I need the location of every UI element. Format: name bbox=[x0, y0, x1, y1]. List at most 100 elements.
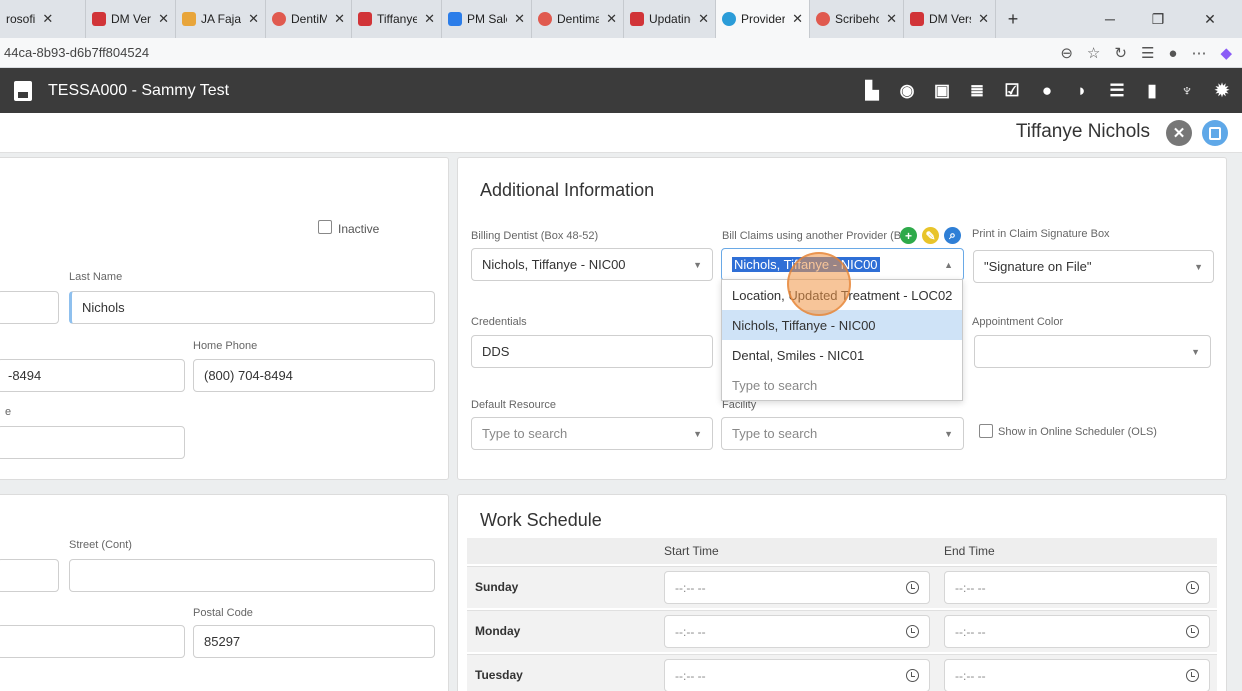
browser-tab[interactable]: DentiMa ✕ bbox=[266, 0, 352, 38]
list-card-icon[interactable]: ≣ bbox=[967, 81, 987, 101]
provider-name: Tiffanye Nichols bbox=[1015, 121, 1150, 142]
chat-icon[interactable]: ◗ bbox=[1072, 81, 1092, 101]
tab-label: DM Versi bbox=[111, 12, 152, 26]
last-name-field[interactable]: Nichols bbox=[69, 291, 435, 324]
browser-tab[interactable]: DM Versi ✕ bbox=[86, 0, 176, 38]
close-icon[interactable]: ✕ bbox=[514, 11, 525, 27]
street-field[interactable] bbox=[0, 559, 59, 592]
tab-label: DM Versi bbox=[929, 12, 971, 26]
tooth-icon[interactable]: ♆ bbox=[1177, 81, 1197, 101]
close-icon[interactable]: ✕ bbox=[698, 11, 709, 27]
search-provider-icon[interactable]: ⌕ bbox=[944, 227, 961, 244]
refresh-icon[interactable]: ↻ bbox=[1114, 44, 1127, 62]
edit-provider-icon[interactable]: ✎ bbox=[922, 227, 939, 244]
dropdown-option-selected[interactable]: Nichols, Tiffanye - NIC00 bbox=[722, 310, 962, 340]
close-icon[interactable]: ✕ bbox=[158, 11, 169, 27]
close-icon[interactable]: ✕ bbox=[606, 11, 617, 27]
clock-icon[interactable] bbox=[1186, 581, 1199, 594]
document-check-icon[interactable]: ▙ bbox=[862, 81, 882, 101]
appointment-color-select[interactable]: ▼ bbox=[974, 335, 1211, 368]
provider-info-card: Inactive Last Name Nichols Home Phone -8… bbox=[0, 157, 449, 480]
start-time-field[interactable]: --:-- -- bbox=[664, 659, 930, 691]
sms-icon[interactable]: ● bbox=[1037, 81, 1057, 101]
cell-phone-field[interactable]: -8494 bbox=[0, 359, 185, 392]
browser-tab-active[interactable]: Provider ✕ bbox=[716, 0, 810, 38]
start-time-field[interactable]: --:-- -- bbox=[664, 615, 930, 648]
end-time-field[interactable]: --:-- -- bbox=[944, 615, 1210, 648]
close-icon[interactable]: ✕ bbox=[334, 11, 345, 27]
add-provider-icon[interactable]: + bbox=[900, 227, 917, 244]
browser-tab[interactable]: DM Versi ✕ bbox=[904, 0, 996, 38]
close-window-icon[interactable]: ✕ bbox=[1188, 0, 1232, 38]
print-signature-select[interactable]: "Signature on File" ▼ bbox=[973, 250, 1214, 283]
day-name: Monday bbox=[475, 624, 521, 638]
browser-tab[interactable]: Updating ✕ bbox=[624, 0, 716, 38]
street-cont-label: Street (Cont) bbox=[69, 539, 132, 551]
state-field[interactable] bbox=[0, 625, 185, 658]
default-resource-select[interactable]: Type to search ▼ bbox=[471, 417, 713, 450]
first-name-field[interactable] bbox=[0, 291, 59, 324]
image-gallery-icon[interactable]: ▣ bbox=[932, 81, 952, 101]
favorites-icon[interactable]: ☰ bbox=[1141, 44, 1154, 62]
cell-phone-value: -8494 bbox=[8, 368, 42, 383]
start-time-field[interactable]: --:-- -- bbox=[664, 571, 930, 604]
profile-icon[interactable]: ● bbox=[1168, 45, 1177, 62]
billing-dentist-select[interactable]: Nichols, Tiffanye - NIC00 ▼ bbox=[471, 248, 713, 281]
clock-icon[interactable] bbox=[1186, 669, 1199, 682]
checkbox-icon[interactable]: ☑ bbox=[1002, 81, 1022, 101]
close-icon[interactable]: ✕ bbox=[42, 11, 53, 27]
clock-icon[interactable] bbox=[1186, 625, 1199, 638]
close-button[interactable]: ✕ bbox=[1166, 120, 1192, 146]
save-disk-icon[interactable] bbox=[14, 80, 32, 101]
email-field[interactable] bbox=[0, 426, 185, 459]
browser-tab[interactable]: JA Fajard ✕ bbox=[176, 0, 266, 38]
favorite-star-icon[interactable]: ☆ bbox=[1087, 44, 1100, 62]
site-icon bbox=[448, 12, 462, 26]
time-placeholder: --:-- -- bbox=[955, 624, 986, 639]
search-money-icon[interactable]: ◉ bbox=[897, 81, 917, 101]
inactive-label: Inactive bbox=[338, 222, 380, 236]
close-icon[interactable]: ✕ bbox=[792, 11, 803, 27]
close-icon[interactable]: ✕ bbox=[886, 11, 897, 27]
dropdown-option[interactable]: Dental, Smiles - NIC01 bbox=[722, 340, 962, 370]
schedule-row-sunday: Sunday --:-- -- --:-- -- bbox=[467, 566, 1217, 608]
billing-dentist-label: Billing Dentist (Box 48-52) bbox=[471, 230, 599, 242]
show-ols-checkbox[interactable] bbox=[979, 424, 993, 438]
pdf-icon bbox=[92, 12, 106, 26]
time-placeholder: --:-- -- bbox=[675, 668, 706, 683]
home-phone-field[interactable]: (800) 704-8494 bbox=[193, 359, 435, 392]
site-icon bbox=[272, 12, 286, 26]
restore-icon[interactable]: ❐ bbox=[1136, 0, 1180, 38]
minimize-icon[interactable]: ─ bbox=[1088, 0, 1132, 38]
inactive-checkbox[interactable] bbox=[318, 220, 332, 234]
address-bar[interactable]: 44ca-8b93-d6b7ff804524 ⊖ ☆ ↻ ☰ ● ⋯ ◆ bbox=[0, 38, 1242, 68]
tab-label: Provider bbox=[741, 12, 786, 26]
clock-icon[interactable] bbox=[906, 669, 919, 682]
browser-tab[interactable]: PM Sales ✕ bbox=[442, 0, 532, 38]
extensions-icon[interactable]: ⋯ bbox=[1191, 44, 1206, 62]
more-icon[interactable]: ⊖ bbox=[1060, 44, 1073, 62]
end-time-field[interactable]: --:-- -- bbox=[944, 659, 1210, 691]
browser-tab[interactable]: Dentima ✕ bbox=[532, 0, 624, 38]
facility-select[interactable]: Type to search ▼ bbox=[721, 417, 964, 450]
close-icon[interactable]: ✕ bbox=[248, 11, 259, 27]
dropdown-search-input[interactable]: Type to search bbox=[722, 370, 962, 400]
document-icon[interactable]: ▮ bbox=[1142, 81, 1162, 101]
close-icon[interactable]: ✕ bbox=[978, 11, 989, 27]
new-tab-button[interactable]: + bbox=[996, 9, 1030, 30]
browser-tab[interactable]: Tiffanye ✕ bbox=[352, 0, 442, 38]
address-card: Street (Cont) Postal Code 85297 bbox=[0, 494, 449, 691]
copilot-icon[interactable]: ◆ bbox=[1220, 44, 1232, 62]
clock-icon[interactable] bbox=[906, 625, 919, 638]
credentials-field[interactable]: DDS bbox=[471, 335, 713, 368]
street-cont-field[interactable] bbox=[69, 559, 435, 592]
settings-gear-icon[interactable]: ✹ bbox=[1212, 81, 1232, 101]
browser-tab[interactable]: rosofi ✕ bbox=[0, 0, 86, 38]
clock-icon[interactable] bbox=[906, 581, 919, 594]
close-icon[interactable]: ✕ bbox=[424, 11, 435, 27]
checklist-icon[interactable]: ☰ bbox=[1107, 81, 1127, 101]
end-time-field[interactable]: --:-- -- bbox=[944, 571, 1210, 604]
postal-code-field[interactable]: 85297 bbox=[193, 625, 435, 658]
browser-tab[interactable]: Scribeho ✕ bbox=[810, 0, 904, 38]
save-button[interactable] bbox=[1202, 120, 1228, 146]
